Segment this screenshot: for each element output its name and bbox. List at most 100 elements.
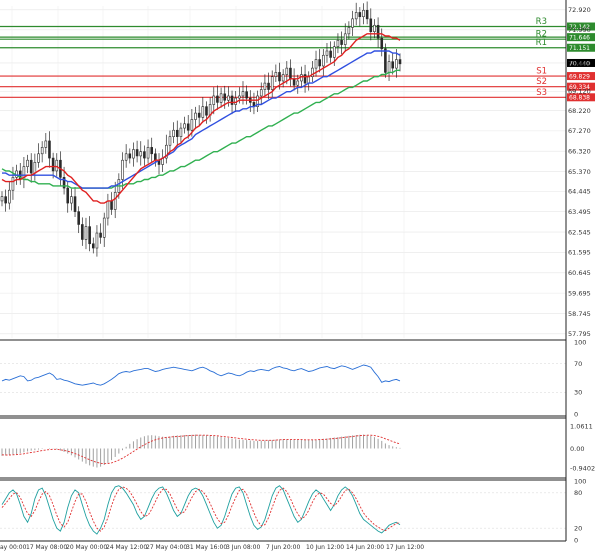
candle-body <box>66 187 70 204</box>
candle-body <box>8 189 11 204</box>
candle-body <box>343 33 347 45</box>
level-price-label: 71.646 <box>569 35 590 42</box>
rsi-tick-label: 100 <box>574 338 586 346</box>
time-axis-label: 14 Jun 20:00 <box>346 544 384 551</box>
candle-body <box>11 177 15 191</box>
candle-body <box>26 159 29 167</box>
ma-fast-line <box>1 33 401 204</box>
time-axis-label: 31 May 16:00 <box>186 544 227 551</box>
stoch-tick-label: 0 <box>574 536 578 544</box>
candle-body <box>33 162 37 174</box>
price-axis: 72.920 71.990 70.440 69.120 68.220 67.270 66.3… <box>568 6 591 338</box>
candle-body <box>190 119 194 131</box>
time-axis-label: 24 May 12:00 <box>106 544 147 551</box>
time-axis-label: 27 May 04:00 <box>146 544 187 551</box>
candle-body <box>128 153 132 159</box>
time-axis-label: 20 May 00:00 <box>66 544 107 551</box>
time-axis-label: 3 Jun 08:00 <box>226 544 260 551</box>
level-name: S2 <box>536 77 547 87</box>
rsi-tick-label: 0 <box>574 410 578 418</box>
price-tick-label: 61.595 <box>568 249 591 257</box>
rsi-tick-label: 30 <box>574 389 582 397</box>
candle-body <box>40 147 44 155</box>
level-name: R3 <box>536 17 547 27</box>
price-tick-label: 58.745 <box>568 310 591 318</box>
macd-tick-label: -0.9402 <box>570 465 595 473</box>
candle-body <box>197 112 201 118</box>
moving-averages <box>1 33 401 204</box>
rsi-tick-label: 70 <box>574 360 582 368</box>
candle-body <box>179 127 183 137</box>
candle-body <box>274 72 278 77</box>
candle-body <box>307 76 311 84</box>
candle-body <box>201 106 205 118</box>
macd-tick-label: 1.0611 <box>570 422 593 430</box>
candle-body <box>281 74 285 82</box>
candle-body <box>70 196 73 204</box>
candle-body <box>0 196 4 202</box>
candle-body <box>91 243 95 249</box>
candle-body <box>44 140 48 148</box>
macd-tick-label: 0.00 <box>570 445 584 453</box>
macd-signal-line <box>1 434 401 465</box>
candle-body <box>135 149 139 157</box>
candle-body <box>238 95 241 99</box>
candle-body <box>332 46 336 58</box>
candle-body <box>205 106 208 116</box>
price-panel-grid <box>0 6 566 338</box>
time-axis-label: ay 00:00 <box>0 544 27 551</box>
candle-body <box>227 95 230 101</box>
candle-body <box>186 123 190 131</box>
candle-body <box>354 12 358 20</box>
price-tick-label: 65.370 <box>568 168 591 176</box>
candle-body <box>183 123 186 129</box>
candle-body <box>347 27 351 35</box>
candle-body <box>219 93 223 103</box>
candle-body <box>29 159 33 174</box>
level-price-label: 71.151 <box>569 45 590 52</box>
price-tick-label: 70.440 <box>568 59 591 67</box>
candle-body <box>81 224 84 240</box>
candle-body <box>4 196 7 204</box>
candle-body <box>373 24 376 33</box>
price-tick-label: 62.545 <box>568 228 591 236</box>
candle-body <box>245 91 248 99</box>
candle-body <box>259 89 263 97</box>
level-price-label: 69.829 <box>569 73 590 80</box>
stoch-tick-label: 100 <box>574 477 586 485</box>
candle-body <box>212 95 216 105</box>
candle-body <box>336 39 340 47</box>
candle-body <box>296 80 300 86</box>
candle-body <box>95 232 99 249</box>
candle-body <box>318 59 321 67</box>
candle-body <box>325 50 329 56</box>
candle-body <box>278 72 281 82</box>
candle-body <box>340 39 343 45</box>
candle-body <box>369 18 373 33</box>
candle-body <box>139 151 143 157</box>
candle-body <box>77 211 80 225</box>
candle-body <box>322 54 325 67</box>
candle-body <box>121 159 124 180</box>
candle-body <box>292 78 296 86</box>
candle-body <box>37 153 40 163</box>
candle-body <box>376 24 380 39</box>
rsi-panel: 100 70 30 0 <box>0 338 586 418</box>
price-tick-label: 69.120 <box>568 88 591 96</box>
candle-body <box>289 67 292 80</box>
candle-body <box>146 147 150 159</box>
price-tick-label: 67.270 <box>568 127 591 135</box>
candle-body <box>55 159 59 172</box>
candle-body <box>263 82 267 90</box>
candle-body <box>391 61 394 69</box>
time-axis-label: 17 Jun 12:00 <box>386 544 424 551</box>
stoch-tick-label: 80 <box>574 489 582 497</box>
candle-body <box>168 136 172 146</box>
candle-body <box>387 61 391 73</box>
time-axis-label: 17 May 08:00 <box>26 544 67 551</box>
candle-body <box>172 129 175 137</box>
candle-body <box>175 129 179 137</box>
candle-body <box>132 149 135 159</box>
candle-body <box>384 48 387 73</box>
macd-panel: 1.0611 0.00 -0.9402 <box>1 422 595 473</box>
